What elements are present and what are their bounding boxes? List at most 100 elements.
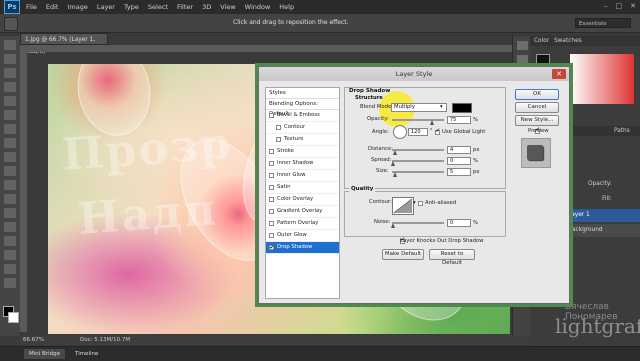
- style-item[interactable]: Inner Glow: [266, 170, 339, 182]
- tab-timeline[interactable]: Timeline: [70, 349, 103, 359]
- angle-field[interactable]: 120: [408, 128, 428, 136]
- style-item[interactable]: Bevel & Emboss: [266, 110, 339, 122]
- tab-swatches[interactable]: Swatches: [554, 38, 582, 44]
- chevron-down-icon[interactable]: ▾: [413, 200, 416, 206]
- contour-picker[interactable]: [392, 197, 414, 215]
- maximize-icon[interactable]: □: [616, 2, 623, 10]
- path-select-icon[interactable]: [4, 264, 16, 274]
- menu-type[interactable]: Type: [124, 3, 139, 11]
- style-item-checkbox[interactable]: [276, 137, 281, 142]
- opacity-slider[interactable]: [392, 119, 444, 121]
- blur-icon[interactable]: [4, 208, 16, 218]
- style-item-checkbox[interactable]: [269, 209, 274, 214]
- style-item[interactable]: Texture: [266, 134, 339, 146]
- menu-view[interactable]: View: [220, 3, 235, 11]
- clone-stamp-icon[interactable]: [4, 152, 16, 162]
- style-item-checkbox[interactable]: [269, 233, 274, 238]
- shadow-color-swatch[interactable]: [452, 103, 472, 113]
- chevron-down-icon[interactable]: ▾: [440, 104, 443, 110]
- menu-select[interactable]: Select: [148, 3, 168, 11]
- spread-field[interactable]: 0: [447, 157, 471, 165]
- close-icon[interactable]: ✕: [552, 69, 566, 79]
- document-tab[interactable]: 1.jpg @ 66.7% (Layer 1, RGB/8) *: [20, 33, 108, 55]
- crop-icon[interactable]: [4, 96, 16, 106]
- site-watermark: lightgraf.ru: [555, 314, 640, 338]
- style-item[interactable]: Inner Shadow: [266, 158, 339, 170]
- menu-help[interactable]: Help: [279, 3, 294, 11]
- style-item[interactable]: Satin: [266, 182, 339, 194]
- gradient-icon[interactable]: [4, 194, 16, 204]
- color-field[interactable]: [570, 54, 634, 104]
- reset-default-button[interactable]: Reset to Default: [429, 249, 475, 266]
- menu-window[interactable]: Window: [245, 3, 271, 11]
- pen-icon[interactable]: [4, 236, 16, 246]
- properties-panel-icon[interactable]: [516, 55, 528, 64]
- close-window-icon[interactable]: ✕: [630, 2, 636, 10]
- styles-header[interactable]: Styles: [266, 88, 339, 99]
- menu-layer[interactable]: Layer: [97, 3, 115, 11]
- healing-icon[interactable]: [4, 124, 16, 134]
- style-item[interactable]: Color Overlay: [266, 194, 339, 206]
- blending-options-item[interactable]: Blending Options: Default: [266, 99, 339, 117]
- tab-mini-bridge[interactable]: Mini Bridge: [24, 349, 65, 359]
- eyedropper-icon[interactable]: [4, 110, 16, 120]
- use-global-light-checkbox[interactable]: [435, 128, 440, 135]
- menu-filter[interactable]: Filter: [177, 3, 193, 11]
- layer-row-layer-1[interactable]: Layer 1: [564, 209, 640, 222]
- type-icon[interactable]: [4, 250, 16, 260]
- style-item-checkbox[interactable]: [269, 149, 274, 154]
- spread-slider[interactable]: [392, 160, 444, 162]
- menu-image[interactable]: Image: [67, 3, 87, 11]
- history-brush-icon[interactable]: [4, 166, 16, 176]
- new-style-button[interactable]: New Style...: [515, 115, 559, 126]
- style-item-checkbox[interactable]: [269, 197, 274, 202]
- dodge-icon[interactable]: [4, 222, 16, 232]
- menu-file[interactable]: File: [26, 3, 37, 11]
- style-item-checkbox[interactable]: [269, 173, 274, 178]
- tab-color[interactable]: Color: [534, 38, 549, 44]
- style-item[interactable]: Contour: [266, 122, 339, 134]
- style-item[interactable]: Stroke: [266, 146, 339, 158]
- history-panel-icon[interactable]: [516, 41, 528, 50]
- style-item-checkbox[interactable]: [269, 185, 274, 190]
- style-item-checkbox[interactable]: [269, 221, 274, 226]
- anti-aliased-checkbox[interactable]: [418, 201, 423, 206]
- distance-slider[interactable]: [392, 149, 444, 151]
- noise-slider[interactable]: [392, 222, 444, 224]
- tab-paths[interactable]: Paths: [614, 128, 630, 134]
- move-icon[interactable]: [4, 40, 16, 50]
- angle-dial[interactable]: [393, 125, 407, 139]
- style-item[interactable]: Gradient Overlay: [266, 206, 339, 218]
- brush-icon[interactable]: [4, 138, 16, 148]
- opacity-field[interactable]: 75: [447, 116, 471, 124]
- style-item[interactable]: Drop Shadow: [266, 242, 339, 254]
- minimize-icon[interactable]: –: [604, 2, 608, 10]
- make-default-button[interactable]: Make Default: [382, 249, 424, 260]
- background-color-swatch[interactable]: [8, 312, 19, 323]
- menu-3d[interactable]: 3D: [202, 3, 211, 11]
- distance-field[interactable]: 4: [447, 146, 471, 154]
- size-field[interactable]: 5: [447, 168, 471, 176]
- workspace-select[interactable]: Essentials: [575, 18, 631, 28]
- lasso-icon[interactable]: [4, 68, 16, 78]
- layer-row-background[interactable]: Background: [564, 224, 640, 237]
- size-slider[interactable]: [392, 171, 444, 173]
- quick-select-icon[interactable]: [4, 82, 16, 92]
- zoom-level[interactable]: 66.67%: [23, 337, 44, 343]
- eraser-icon[interactable]: [4, 180, 16, 190]
- style-item-checkbox[interactable]: [269, 113, 274, 118]
- style-item-checkbox[interactable]: [276, 125, 281, 130]
- style-item[interactable]: Pattern Overlay: [266, 218, 339, 230]
- marquee-icon[interactable]: [4, 54, 16, 64]
- cancel-button[interactable]: Cancel: [515, 102, 559, 113]
- blend-mode-select[interactable]: Multiply: [391, 103, 447, 112]
- move-tool-icon[interactable]: [4, 17, 18, 31]
- shape-icon[interactable]: [4, 278, 16, 288]
- menu-edit[interactable]: Edit: [46, 3, 59, 11]
- style-item-checkbox[interactable]: [269, 161, 274, 166]
- style-item[interactable]: Outer Glow: [266, 230, 339, 242]
- style-item-checkbox[interactable]: [269, 243, 274, 254]
- noise-field[interactable]: 0: [447, 219, 471, 227]
- opacity-label: Opacity:: [588, 181, 612, 187]
- ok-button[interactable]: OK: [515, 89, 559, 100]
